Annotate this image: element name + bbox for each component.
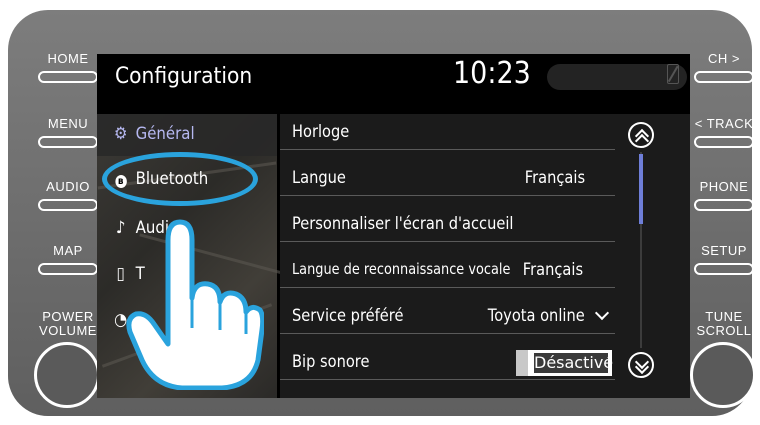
tune-scroll-knob[interactable]	[690, 342, 756, 408]
power-volume-knob[interactable]	[34, 342, 100, 408]
power-volume-label: POWER VOLUME	[28, 310, 108, 338]
toggle-knob	[516, 350, 528, 376]
scroll-up-button[interactable]	[628, 122, 654, 149]
phone-button-label: PHONE	[699, 179, 749, 194]
settings-panel: Horloge Langue Français Personnaliser l'…	[280, 114, 690, 398]
beep-toggle[interactable]: Désactivé	[516, 350, 614, 376]
menu-button-label: MENU	[47, 116, 89, 131]
setting-label: Langue	[292, 168, 346, 188]
phone-hard-button[interactable]: PHONE	[684, 180, 760, 211]
setting-label: Service préféré	[292, 306, 404, 326]
header-bar: Configuration 10:23	[97, 54, 690, 112]
audio-button-pill	[38, 199, 98, 211]
setup-hard-button[interactable]: SETUP	[684, 244, 760, 275]
volume-label: VOLUME	[39, 323, 97, 338]
setting-value: Français	[524, 168, 585, 188]
setting-label: Bip sonore	[292, 352, 370, 372]
tune-scroll-label: TUNE SCROLL	[684, 310, 760, 338]
setting-value: Toyota online	[488, 306, 585, 326]
sidebar-item-general[interactable]: ⚙ Général	[111, 124, 195, 144]
setup-button-pill	[694, 263, 754, 275]
ch-button-label: CH >	[708, 51, 740, 66]
toggle-state-label: Désactivé	[534, 353, 614, 373]
sidebar-item-label: Général	[135, 124, 195, 144]
home-hard-button[interactable]: HOME	[28, 52, 108, 83]
scroll-label: SCROLL	[696, 323, 752, 338]
power-label: POWER	[42, 309, 94, 324]
status-bar	[547, 64, 687, 90]
ch-hard-button[interactable]: CH >	[684, 52, 760, 83]
phone-disconnected-icon	[667, 64, 679, 84]
map-button-label: MAP	[53, 243, 83, 258]
map-hard-button[interactable]: MAP	[28, 244, 108, 275]
setting-value: Français	[522, 260, 583, 280]
setting-label: Personnaliser l'écran d'accueil	[292, 214, 514, 234]
home-button-pill	[38, 71, 98, 83]
phone-button-pill	[694, 199, 754, 211]
ch-button-pill	[694, 71, 754, 83]
track-button-label: < TRACK	[694, 116, 754, 131]
setting-row-preferred-service[interactable]: Service préféré Toyota online	[280, 298, 615, 334]
chevron-down-icon[interactable]	[594, 305, 610, 321]
setting-label: Horloge	[292, 122, 350, 142]
gear-icon: ⚙	[113, 124, 128, 144]
setting-row-language[interactable]: Langue Français	[280, 160, 615, 196]
audio-button-label: AUDIO	[46, 179, 90, 194]
scroll-thumb[interactable]	[639, 154, 643, 224]
map-button-pill	[38, 263, 98, 275]
bluetooth-highlight-ring	[102, 152, 258, 206]
setting-row-clock[interactable]: Horloge	[280, 114, 615, 150]
track-button-pill	[694, 136, 754, 148]
track-hard-button[interactable]: < TRACK	[684, 117, 760, 148]
page-title: Configuration	[115, 64, 253, 89]
scroll-down-button[interactable]	[628, 352, 654, 378]
setting-row-customize-home[interactable]: Personnaliser l'écran d'accueil	[280, 206, 615, 242]
setup-button-label: SETUP	[701, 243, 747, 258]
setting-row-beep[interactable]: Bip sonore Désactivé	[280, 344, 615, 380]
setting-label: Langue de reconnaissance vocale	[292, 260, 511, 278]
menu-hard-button[interactable]: MENU	[28, 117, 108, 148]
menu-button-pill	[38, 136, 98, 148]
tune-label: TUNE	[705, 309, 743, 324]
home-button-label: HOME	[47, 51, 89, 66]
pointing-hand-icon	[126, 219, 264, 390]
audio-hard-button[interactable]: AUDIO	[28, 180, 108, 211]
clock: 10:23	[453, 56, 531, 91]
setting-row-voice-language[interactable]: Langue de reconnaissance vocale Français	[280, 252, 615, 288]
